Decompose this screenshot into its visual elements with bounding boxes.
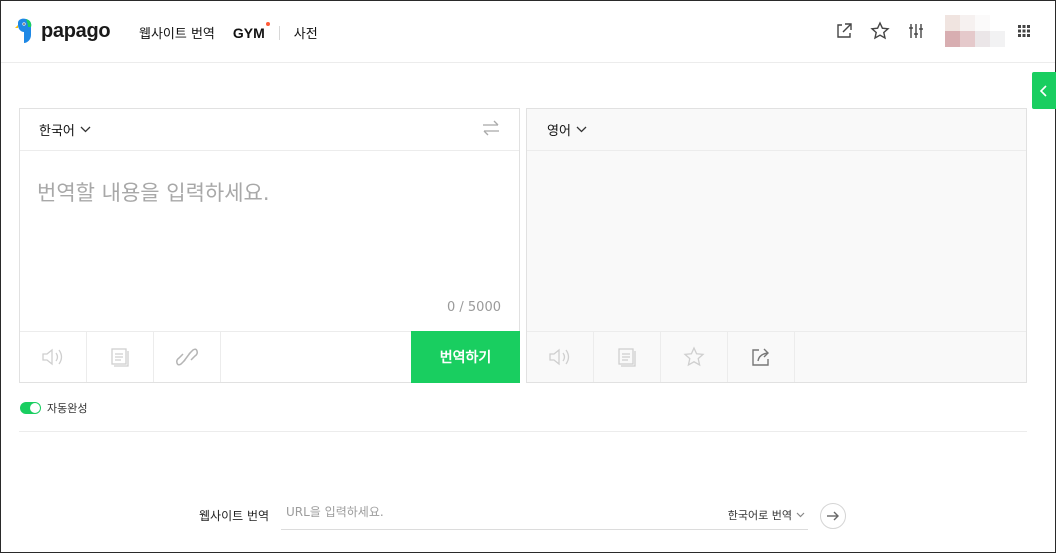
handwriting-button[interactable]	[87, 332, 154, 382]
arrow-right-icon	[827, 511, 839, 520]
external-link-icon[interactable]	[833, 20, 855, 42]
website-translate-row: 웹사이트 번역 한국어로 번역	[199, 501, 846, 530]
star-icon[interactable]	[869, 20, 891, 42]
share-button[interactable]	[728, 332, 795, 382]
settings-sliders-icon[interactable]	[905, 20, 927, 42]
character-counter: 0 / 5000	[447, 300, 501, 315]
target-language-selector[interactable]: 영어	[527, 109, 1026, 151]
source-text-placeholder[interactable]: 번역할 내용을 입력하세요.	[37, 177, 270, 207]
document-icon	[111, 348, 129, 367]
papago-parrot-icon	[15, 17, 35, 45]
url-language-label: 한국어로 번역	[727, 509, 792, 522]
target-language-label: 영어	[547, 124, 571, 139]
main-nav: 웹사이트 번역 GYM 사전	[139, 21, 318, 42]
nav-dictionary[interactable]: 사전	[294, 23, 318, 42]
chevron-left-icon	[1039, 84, 1047, 97]
top-header: papago 웹사이트 번역 GYM 사전	[1, 1, 1055, 63]
favorite-button[interactable]	[661, 332, 728, 382]
swap-languages-icon[interactable]	[481, 120, 501, 140]
url-field: 한국어로 번역	[281, 501, 808, 530]
url-go-button[interactable]	[820, 502, 846, 529]
url-language-select[interactable]: 한국어로 번역	[728, 507, 805, 523]
share-icon	[752, 348, 769, 366]
chevron-down-icon	[576, 122, 587, 137]
side-panel-toggle[interactable]	[1032, 72, 1056, 109]
new-badge-dot	[265, 21, 270, 26]
nav-gym-label: GYM	[232, 24, 265, 41]
source-language-label: 한국어	[39, 124, 75, 139]
copy-button[interactable]	[594, 332, 661, 382]
listen-button[interactable]	[20, 332, 87, 382]
chevron-down-icon	[796, 512, 805, 518]
nav-website-translate[interactable]: 웹사이트 번역	[139, 23, 215, 42]
link-icon	[176, 348, 198, 366]
target-toolbar	[527, 331, 1026, 382]
document-icon	[618, 348, 636, 367]
autocomplete-label: 자동완성	[47, 402, 88, 415]
website-translate-label: 웹사이트 번역	[199, 509, 270, 523]
source-panel: 한국어 번역할 내용을 입력하세요. 0 / 5000 번역하기	[19, 108, 520, 383]
autocomplete-row: 자동완성	[20, 400, 87, 416]
logo-text: papago	[41, 19, 111, 42]
chevron-down-icon	[80, 122, 91, 137]
nav-divider	[278, 25, 280, 40]
translate-button[interactable]: 번역하기	[411, 331, 520, 383]
speaker-icon	[549, 348, 570, 366]
user-avatar[interactable]	[945, 15, 1007, 47]
source-language-selector[interactable]: 한국어	[20, 109, 519, 151]
star-icon	[683, 346, 705, 367]
papago-logo[interactable]: papago	[15, 17, 111, 45]
section-divider	[19, 431, 1027, 432]
link-button[interactable]	[154, 332, 221, 382]
nav-gym[interactable]: GYM	[232, 21, 270, 41]
speaker-icon	[42, 348, 63, 366]
apps-grid-icon[interactable]	[1013, 20, 1035, 42]
listen-translation-button[interactable]	[527, 332, 594, 382]
target-panel: 영어	[526, 108, 1027, 383]
url-input[interactable]	[286, 505, 706, 519]
autocomplete-toggle[interactable]	[20, 402, 41, 414]
